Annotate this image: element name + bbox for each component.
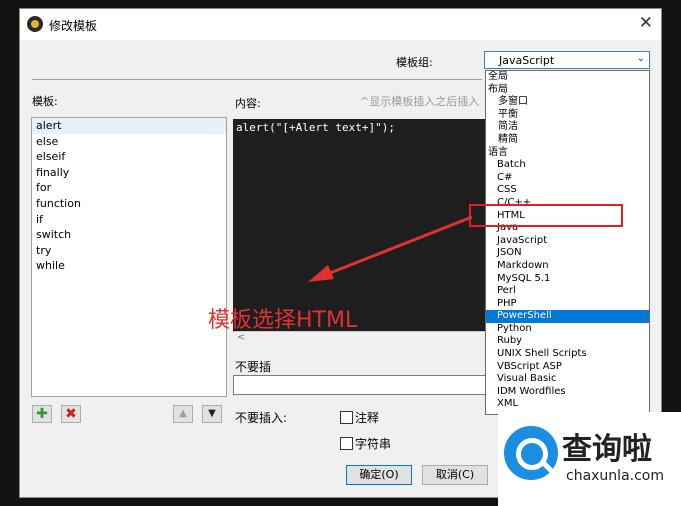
template-list-item[interactable]: for [32, 180, 226, 196]
delete-button[interactable]: ✖ [61, 405, 81, 423]
template-list-item[interactable]: else [32, 134, 226, 150]
watermark: 查询啦 chaxunla.com [498, 412, 681, 506]
template-group-option[interactable]: XML [486, 398, 649, 411]
template-group-option[interactable]: 布局 [486, 84, 649, 97]
content-hint: ^显示模板插入之后插入 [360, 95, 480, 108]
template-group-option[interactable]: JSON [486, 247, 649, 260]
app-icon [27, 16, 43, 32]
template-group-option[interactable]: 全局 [486, 71, 649, 84]
template-group-option[interactable]: PowerShell [486, 310, 649, 323]
template-group-option[interactable]: MySQL 5.1 [486, 273, 649, 286]
cancel-button[interactable]: 取消(C) [422, 465, 488, 485]
template-group-dropdown[interactable]: 全局 布局 多窗口 平衡 简洁 精简 语言 Batch C# CSS C/C++ HTML Java Ja… [485, 70, 650, 415]
title-bar: 修改模板 ✕ [20, 9, 661, 40]
template-group-option[interactable]: 精简 [486, 134, 649, 147]
template-list-item[interactable]: while [32, 258, 226, 274]
chevron-down-icon: ⌄ [636, 53, 645, 64]
template-group-option[interactable]: VBScript ASP [486, 361, 649, 374]
ok-button[interactable]: 确定(O) [346, 465, 412, 485]
template-list-item[interactable]: if [32, 212, 226, 228]
annotation-text: 模板选择HTML [208, 308, 358, 333]
template-group-value: JavaScript [499, 54, 555, 67]
add-button[interactable]: ✚ [32, 405, 52, 423]
template-group-option[interactable]: IDM Wordfiles [486, 386, 649, 399]
template-group-option[interactable]: CSS [486, 184, 649, 197]
string-checkbox-label: 字符串 [355, 437, 392, 451]
close-icon[interactable]: ✕ [639, 13, 653, 33]
template-group-option[interactable]: Ruby [486, 335, 649, 348]
template-group-option[interactable]: 多窗口 [486, 96, 649, 109]
watermark-logo-icon [504, 426, 558, 480]
comment-checkbox[interactable]: 注释 [340, 409, 379, 426]
template-list-item[interactable]: finally [32, 165, 226, 181]
no-insert-input[interactable] [233, 375, 495, 395]
template-list-item[interactable]: elseif [32, 149, 226, 165]
template-group-option[interactable]: Markdown [486, 260, 649, 273]
template-group-option[interactable]: C# [486, 172, 649, 185]
templates-label: 模板: [32, 95, 58, 108]
template-list-item[interactable]: try [32, 243, 226, 259]
window-title: 修改模板 [49, 19, 98, 33]
template-group-option[interactable]: 简洁 [486, 121, 649, 134]
watermark-title: 查询啦 [562, 432, 652, 467]
template-group-option[interactable]: PHP [486, 298, 649, 311]
template-group-option[interactable]: UNIX Shell Scripts [486, 348, 649, 361]
template-group-option[interactable]: 平衡 [486, 109, 649, 122]
template-group-label: 模板组: [396, 56, 433, 69]
content-code: alert("[+Alert text+]"); [236, 121, 395, 134]
annotation-arrow [308, 215, 473, 282]
string-checkbox-box[interactable] [340, 437, 353, 450]
move-up-button[interactable]: ▲ [173, 405, 193, 423]
content-label: 内容: [235, 97, 261, 110]
annotation-highlight-box [469, 204, 623, 227]
watermark-url: chaxunla.com [566, 468, 664, 484]
template-group-option[interactable]: Python [486, 323, 649, 336]
template-group-option[interactable]: Perl [486, 285, 649, 298]
template-group-select[interactable]: JavaScript ⌄ [484, 51, 650, 69]
string-checkbox[interactable]: 字符串 [340, 435, 391, 452]
template-list-item[interactable]: function [32, 196, 226, 212]
template-list-item[interactable]: switch [32, 227, 226, 243]
template-group-option[interactable]: 语言 [486, 147, 649, 160]
comment-checkbox-box[interactable] [340, 411, 353, 424]
comment-checkbox-label: 注释 [355, 411, 380, 425]
template-group-option[interactable]: Batch [486, 159, 649, 172]
template-list-item[interactable]: alert [32, 118, 226, 134]
move-down-button[interactable]: ▼ [202, 405, 222, 423]
template-group-option[interactable]: Visual Basic [486, 373, 649, 386]
template-group-option[interactable]: JavaScript [486, 235, 649, 248]
no-insert-options-label: 不要插入: [235, 411, 288, 425]
no-insert-label: 不要插 [235, 360, 272, 374]
template-list[interactable]: alert else elseif finally for function if switc… [31, 117, 227, 397]
divider [32, 79, 482, 80]
